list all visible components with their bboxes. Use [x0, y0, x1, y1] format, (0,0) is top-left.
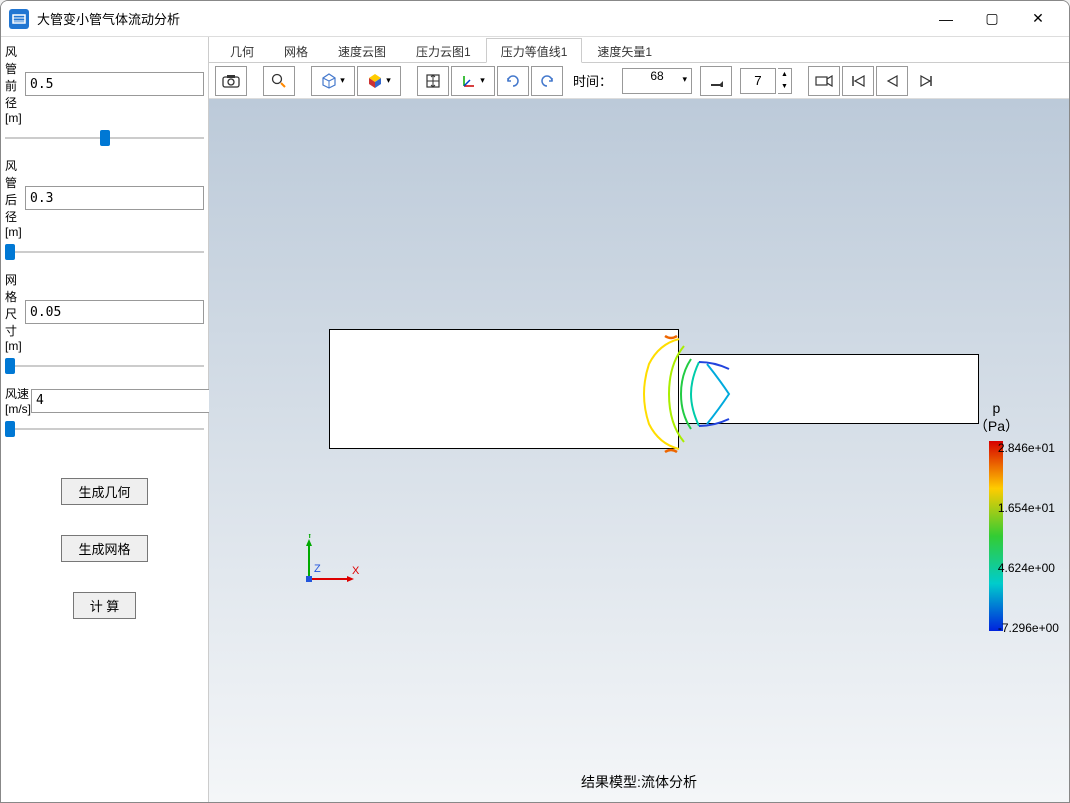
outlet-diameter-slider[interactable]: [5, 243, 204, 261]
outlet-diameter-input[interactable]: [25, 186, 204, 210]
color-cube-dropdown[interactable]: [357, 66, 401, 96]
svg-text:Y: Y: [306, 534, 314, 541]
velocity-input[interactable]: [31, 389, 210, 413]
zoom-button[interactable]: [263, 66, 295, 96]
svg-text:X: X: [352, 565, 360, 577]
viewport[interactable]: Y X Z 结果模型:流体分析 p （Pa） 2.846e+01 1.654e+…: [209, 99, 1069, 802]
frame-skip-input[interactable]: [740, 68, 776, 94]
minimize-button[interactable]: —: [923, 4, 969, 34]
mesh-size-input[interactable]: [25, 300, 204, 324]
outlet-diameter-label: 风管后径[m]: [5, 157, 25, 239]
tabbar: 几何 网格 速度云图 压力云图1 压力等值线1 速度矢量1: [209, 37, 1069, 63]
legend-value-2: 1.654e+01: [998, 501, 1055, 515]
viewport-caption: 结果模型:流体分析: [581, 772, 697, 792]
generate-mesh-button[interactable]: 生成网格: [61, 535, 147, 562]
inlet-diameter-slider[interactable]: [5, 129, 204, 147]
velocity-label: 风速[m/s]: [5, 385, 31, 416]
color-legend: p （Pa） 2.846e+01 1.654e+01 4.624e+00 -7.…: [974, 399, 1019, 637]
outlet-pipe: [679, 354, 979, 424]
play-end-button[interactable]: [700, 66, 732, 96]
legend-variable: p: [974, 399, 1019, 417]
time-step-select[interactable]: 68: [622, 68, 692, 94]
app-icon: [9, 9, 29, 29]
tab-pressure-contour[interactable]: 压力等值线1: [486, 38, 583, 63]
first-frame-button[interactable]: [842, 66, 874, 96]
tab-geometry[interactable]: 几何: [215, 38, 269, 63]
time-label: 时间：: [573, 71, 612, 90]
tab-velocity-vector[interactable]: 速度矢量1: [582, 38, 667, 63]
next-frame-button[interactable]: [910, 66, 942, 96]
mesh-size-label: 网格尺寸[m]: [5, 271, 25, 353]
generate-geometry-button[interactable]: 生成几何: [61, 478, 147, 505]
axis-triad-icon: Y X Z: [294, 534, 364, 594]
tab-pressure-cloud[interactable]: 压力云图1: [401, 38, 486, 63]
rotate-cw-button[interactable]: [531, 66, 563, 96]
prev-frame-button[interactable]: [876, 66, 908, 96]
legend-value-min: -7.296e+00: [998, 621, 1059, 635]
mesh-size-slider[interactable]: [5, 357, 204, 375]
inlet-diameter-label: 风管前径[m]: [5, 43, 25, 125]
axes-dropdown[interactable]: [451, 66, 495, 96]
tab-mesh[interactable]: 网格: [269, 38, 323, 63]
fit-view-button[interactable]: [417, 66, 449, 96]
inlet-diameter-input[interactable]: [25, 72, 204, 96]
legend-colorbar: [989, 441, 1003, 631]
rotate-ccw-button[interactable]: [497, 66, 529, 96]
tab-velocity-cloud[interactable]: 速度云图: [323, 38, 401, 63]
compute-button[interactable]: 计 算: [73, 592, 137, 619]
main-panel: 几何 网格 速度云图 压力云图1 压力等值线1 速度矢量1: [209, 37, 1069, 802]
viewer-toolbar: 时间： 68 ▲▼: [209, 63, 1069, 99]
frame-skip-spinner[interactable]: ▲▼: [778, 68, 792, 94]
svg-text:Z: Z: [314, 563, 321, 575]
maximize-button[interactable]: ▢: [969, 4, 1015, 34]
legend-value-max: 2.846e+01: [998, 441, 1055, 455]
sidebar: 风管前径[m] 风管后径[m] 网格尺寸[m] 风速[m/s] 生成几何 生成网…: [1, 37, 209, 802]
screenshot-button[interactable]: [215, 66, 247, 96]
close-button[interactable]: ✕: [1015, 4, 1061, 34]
titlebar: 大管变小管气体流动分析 — ▢ ✕: [1, 1, 1069, 37]
legend-value-3: 4.624e+00: [998, 561, 1055, 575]
inlet-pipe: [329, 329, 679, 449]
velocity-slider[interactable]: [5, 420, 204, 438]
record-button[interactable]: [808, 66, 840, 96]
view-cube-dropdown[interactable]: [311, 66, 355, 96]
app-window: 大管变小管气体流动分析 — ▢ ✕ 风管前径[m] 风管后径[m] 网格尺寸[m…: [0, 0, 1070, 803]
window-title: 大管变小管气体流动分析: [37, 9, 180, 28]
legend-unit: （Pa）: [974, 417, 1019, 435]
